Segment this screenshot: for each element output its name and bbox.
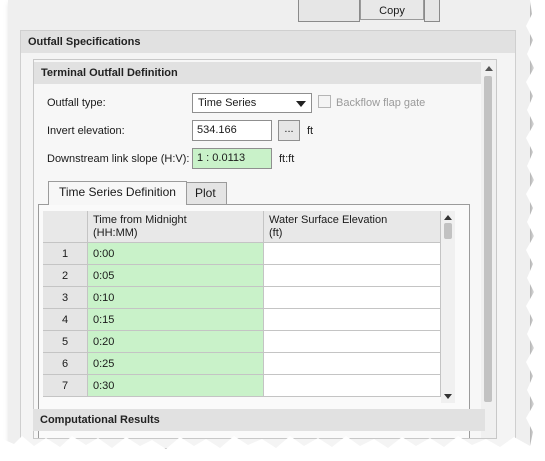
column-header-wse-line1: Water Surface Elevation [269,214,388,226]
outfall-specifications-panel: Outfall Specifications Terminal Outfall … [20,30,516,448]
time-cell[interactable]: 0:05 [88,265,264,287]
terminal-outfall-header: Terminal Outfall Definition [34,62,482,84]
grid-vertical-scrollbar[interactable] [441,211,455,403]
grid-scroll-down-icon[interactable] [444,394,452,399]
outfall-type-label: Outfall type: [47,97,106,109]
invert-elevation-input[interactable]: 534.166 [192,120,272,141]
row-number: 7 [43,375,88,397]
table-row[interactable]: 6 0:25 [43,353,443,375]
grid-header-row: Time from Midnight (HH:MM) Water Surface… [43,211,443,243]
row-number: 1 [43,243,88,265]
time-cell[interactable]: 0:25 [88,353,264,375]
top-tab-right[interactable] [424,0,440,22]
water-surface-elevation-cell[interactable] [264,265,441,287]
downstream-slope-input[interactable]: 1 : 0.0113 [192,148,272,169]
time-cell[interactable]: 0:00 [88,243,264,265]
column-header-time[interactable]: Time from Midnight (HH:MM) [88,211,264,243]
row-number: 4 [43,309,88,331]
water-surface-elevation-cell[interactable] [264,287,441,309]
tab-time-series-definition[interactable]: Time Series Definition [48,181,187,205]
table-row[interactable]: 7 0:30 [43,375,443,397]
table-row[interactable]: 4 0:15 [43,309,443,331]
column-header-time-line1: Time from Midnight [93,214,187,226]
grid-corner-cell [43,211,88,243]
computational-results-header[interactable]: Computational Results [33,409,485,431]
top-tab-left[interactable] [298,0,360,22]
time-series-grid-frame: Time from Midnight (HH:MM) Water Surface… [38,204,470,438]
terminal-outfall-panel: Terminal Outfall Definition Outfall type… [33,59,497,439]
row-number: 6 [43,353,88,375]
copy-button[interactable]: Copy [360,0,424,20]
time-cell[interactable]: 0:20 [88,331,264,353]
tab-plot[interactable]: Plot [184,182,227,204]
water-surface-elevation-cell[interactable] [264,375,441,397]
invert-elevation-browse-button[interactable]: ... [278,120,300,141]
water-surface-elevation-cell[interactable] [264,331,441,353]
row-number: 5 [43,331,88,353]
chevron-down-icon [296,101,306,107]
outfall-type-value: Time Series [198,97,257,109]
water-surface-elevation-cell[interactable] [264,243,441,265]
outfall-specifications-header: Outfall Specifications [21,31,515,53]
table-row[interactable]: 5 0:20 [43,331,443,353]
downstream-slope-label: Downstream link slope (H:V): [47,153,190,165]
time-cell[interactable]: 0:30 [88,375,264,397]
column-header-water-surface-elevation[interactable]: Water Surface Elevation (ft) [264,211,441,243]
invert-elevation-label: Invert elevation: [47,125,125,137]
outfall-type-select[interactable]: Time Series [192,93,312,113]
table-row[interactable]: 1 0:00 [43,243,443,265]
screenshot-paper: Copy Outfall Specifications Terminal Out… [8,0,530,448]
table-row[interactable]: 2 0:05 [43,265,443,287]
scroll-up-arrow-icon[interactable] [485,66,493,71]
grid-scroll-thumb[interactable] [444,223,452,239]
time-cell[interactable]: 0:10 [88,287,264,309]
backflow-flap-gate-label: Backflow flap gate [336,97,426,109]
panel-scroll-thumb[interactable] [484,76,492,402]
row-number: 2 [43,265,88,287]
panel-vertical-scrollbar[interactable] [481,60,496,438]
column-header-wse-line2: (ft) [269,227,283,239]
water-surface-elevation-cell[interactable] [264,353,441,375]
grid-scroll-up-icon[interactable] [444,215,452,220]
time-cell[interactable]: 0:15 [88,309,264,331]
row-number: 3 [43,287,88,309]
backflow-flap-gate-checkbox[interactable] [318,95,331,108]
water-surface-elevation-cell[interactable] [264,309,441,331]
column-header-time-line2: (HH:MM) [93,227,138,239]
table-row[interactable]: 3 0:10 [43,287,443,309]
invert-elevation-unit: ft [307,125,314,137]
downstream-slope-unit: ft:ft [279,153,295,165]
